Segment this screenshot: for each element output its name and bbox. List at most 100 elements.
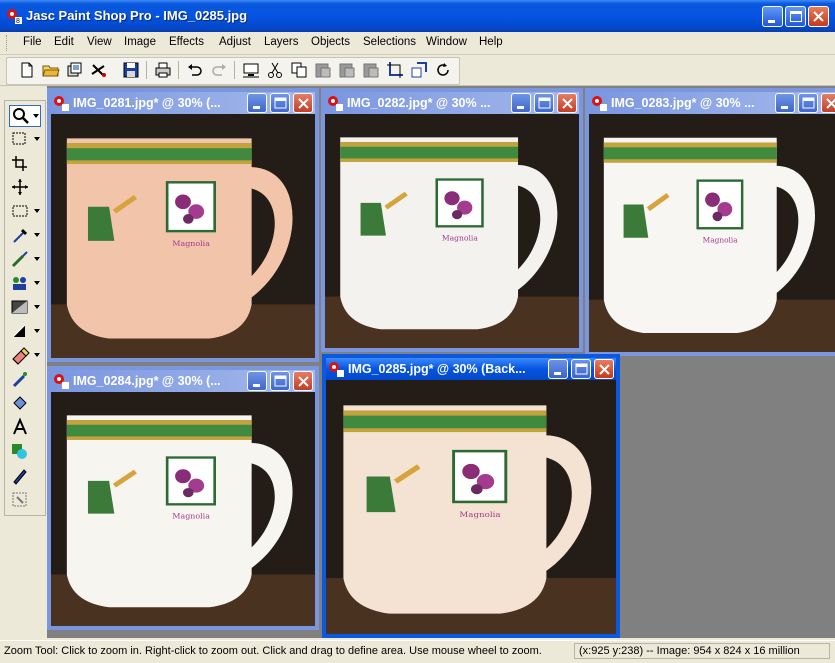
image-canvas[interactable]: Magnolia [325,114,579,348]
app-title-bar[interactable]: 8 Jasc Paint Shop Pro - IMG_0285.jpg [0,0,835,32]
paste-icon[interactable] [313,60,333,80]
move-tool[interactable] [9,177,41,199]
menu-help[interactable]: Help [479,36,503,48]
document-maximize-button[interactable] [270,371,290,391]
clone-tool[interactable] [9,273,41,295]
shape-tool[interactable] [9,441,41,463]
close-icon [826,98,835,109]
document-title: IMG_0282.jpg* @ 30% ... [347,96,491,110]
document-title-bar[interactable]: IMG_0283.jpg* @ 30% ... [589,92,835,114]
menu-image[interactable]: Image [124,36,156,48]
paste-new-layer-icon[interactable] [337,60,357,80]
document-title: IMG_0281.jpg* @ 30% (... [73,96,221,110]
document-window-img-0283[interactable]: IMG_0283.jpg* @ 30% ... Magnolia [585,88,835,356]
text-tool[interactable] [9,417,41,439]
document-maximize-button[interactable] [798,93,818,113]
maximize-button[interactable] [785,6,806,27]
image-canvas[interactable]: Magnolia [51,392,315,626]
marquee-tool[interactable] [9,201,41,223]
document-maximize-button[interactable] [571,359,591,379]
menu-bar: File Edit View Image Effects Adjust Laye… [0,32,835,55]
document-window-img-0281[interactable]: IMG_0281.jpg* @ 30% (... Magnolia [47,88,319,362]
redo-icon[interactable] [209,60,229,80]
fill-tool[interactable] [9,393,41,415]
document-maximize-button[interactable] [270,93,290,113]
warp-tool[interactable] [9,489,41,511]
minimize-button[interactable] [762,6,783,27]
new-icon[interactable] [17,60,37,80]
document-minimize-button[interactable] [247,93,267,113]
toolbar-separator [146,61,147,79]
flood-fill-icon [13,396,27,410]
document-minimize-button[interactable] [775,93,795,113]
print-icon[interactable] [153,60,173,80]
scan-icon[interactable] [89,60,109,80]
menu-selections[interactable]: Selections [363,36,416,48]
image-canvas[interactable]: Magnolia [326,380,616,634]
document-title-bar[interactable]: IMG_0284.jpg* @ 30% (... [51,370,315,392]
dodge-tool[interactable] [9,321,41,343]
document-window-img-0282[interactable]: IMG_0282.jpg* @ 30% ... Magnolia [321,88,583,352]
copy-icon[interactable] [289,60,309,80]
close-button[interactable] [808,6,829,27]
status-image-info: (x:925 y:238) -- Image: 954 x 824 x 16 m… [574,643,830,659]
document-minimize-button[interactable] [511,93,531,113]
save-icon[interactable] [121,60,141,80]
screen-capture-icon[interactable] [241,60,261,80]
dropdown-arrow-icon [34,257,40,261]
cut-icon[interactable] [265,60,285,80]
minimize-icon [253,106,260,109]
svg-text:Magnolia: Magnolia [172,239,210,248]
crop-icon[interactable] [385,60,405,80]
document-close-button[interactable] [594,359,614,379]
document-close-button[interactable] [293,371,313,391]
dodge-icon [12,324,26,338]
close-icon [298,376,309,387]
document-minimize-button[interactable] [548,359,568,379]
image-canvas[interactable]: Magnolia [51,114,315,358]
document-minimize-button[interactable] [247,371,267,391]
paint-brush-tool[interactable] [9,249,41,271]
eraser-tool[interactable] [9,345,41,367]
menu-view[interactable]: View [87,36,112,48]
zoom-tool[interactable] [9,105,41,127]
crop-tool[interactable] [9,153,41,175]
browse-icon[interactable] [65,60,85,80]
undo-icon[interactable] [185,60,205,80]
pen-tool[interactable] [9,465,41,487]
menu-objects[interactable]: Objects [311,36,350,48]
menu-adjust[interactable]: Adjust [219,36,251,48]
marquee-icon [12,205,28,217]
mug-photo: Magnolia [51,114,315,358]
picture-tube-tool[interactable] [9,369,41,391]
minimize-icon [517,106,524,109]
document-close-button[interactable] [821,93,835,113]
dropdown-arrow-icon [34,281,40,285]
document-maximize-button[interactable] [534,93,554,113]
maximize-icon [274,375,287,387]
document-title-bar[interactable]: IMG_0282.jpg* @ 30% ... [325,92,579,114]
open-icon[interactable] [41,60,61,80]
menu-file[interactable]: File [23,36,42,48]
document-close-button[interactable] [557,93,577,113]
gradient-tool[interactable] [9,297,41,319]
paste-selection-icon[interactable] [361,60,381,80]
document-title-bar[interactable]: IMG_0285.jpg* @ 30% (Back... [326,358,616,380]
menu-edit[interactable]: Edit [54,36,74,48]
document-close-button[interactable] [293,93,313,113]
menu-layers[interactable]: Layers [264,36,299,48]
close-icon [599,364,610,375]
menu-effects[interactable]: Effects [169,36,204,48]
resize-icon[interactable] [409,60,429,80]
document-window-img-0285[interactable]: IMG_0285.jpg* @ 30% (Back... Magnolia [322,354,620,638]
svg-text:Magnolia: Magnolia [703,236,739,245]
dropper-tool[interactable] [9,225,41,247]
rotate-icon[interactable] [433,60,453,80]
document-title-bar[interactable]: IMG_0281.jpg* @ 30% (... [51,92,315,114]
document-window-img-0284[interactable]: IMG_0284.jpg* @ 30% (... Magnolia [47,366,319,630]
image-canvas[interactable]: Magnolia [589,114,835,352]
menu-window[interactable]: Window [426,36,467,48]
close-icon [562,98,573,109]
selection-tool[interactable] [9,129,41,151]
dropdown-arrow-icon [33,114,39,118]
